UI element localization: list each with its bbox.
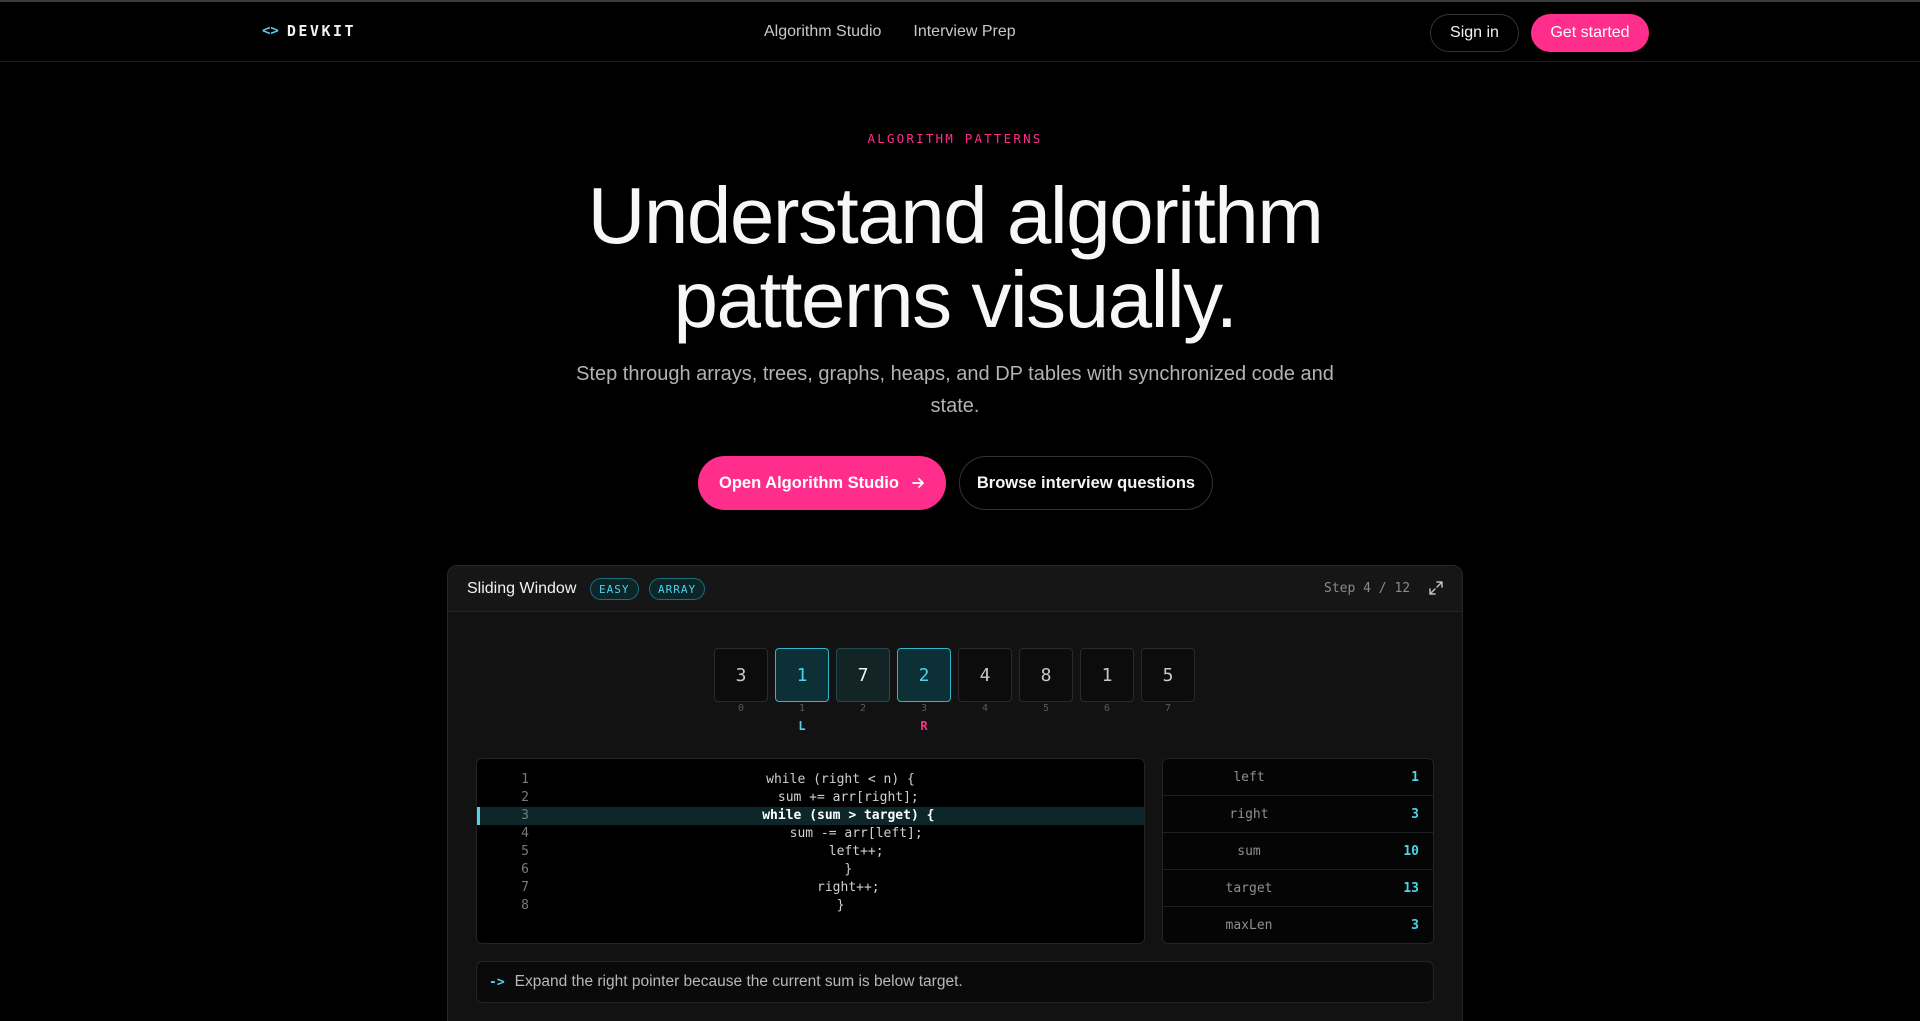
variable-name: maxLen [1225,918,1273,933]
variable-row: sum 10 [1163,833,1433,870]
logo-text: DEVKIT [286,22,357,40]
array-cell[interactable]: 1 [775,648,829,702]
difficulty-badge: EASY [590,578,639,600]
hero-subtitle: Step through arrays, trees, graphs, heap… [576,363,1334,417]
code-line: 6 } [477,861,1144,879]
variable-row: left 1 [1163,759,1433,796]
variable-value: 10 [1403,844,1419,859]
code-panel: 1 while (right < n) { 2 sum += arr[right];… [476,758,1145,944]
code-brackets-icon: <> [262,23,279,39]
nav-link-algorithm-studio[interactable]: Algorithm Studio [764,23,881,41]
variable-name: target [1225,881,1273,896]
sign-in-button[interactable]: Sign in [1430,14,1519,52]
card-title: Sliding Window [467,580,577,597]
top-nav: <> DEVKIT Algorithm Studio Interview Pre… [0,2,1920,62]
variable-value: 1 [1411,770,1419,785]
code-text: sum += arr[right]; [762,790,919,805]
step-explanation: -> Expand the right pointer because the … [476,961,1434,1003]
pointer-label: R [920,719,928,733]
code-line: 3 while (sum > target) { [477,807,1144,825]
hero-headline: Understand algorithm patterns visually. [0,174,1910,342]
array-index: 6 [1103,703,1111,714]
nav-link-interview-prep[interactable]: Interview Prep [913,23,1015,41]
array-cell[interactable]: 4 [958,648,1012,702]
variable-value: 3 [1411,918,1419,933]
array-index: 7 [1164,703,1172,714]
code-line: 7 right++; [477,879,1144,897]
arrow-icon: -> [489,974,505,990]
pointer-label: L [798,719,806,733]
headline-line-2: patterns visually. [673,255,1238,344]
array-cell[interactable]: 7 [836,648,890,702]
step-counter: Step 4 / 12 [1324,581,1411,596]
array-cell[interactable]: 2 [897,648,951,702]
line-number: 2 [521,790,529,805]
variable-name: right [1229,807,1269,822]
headline-line-1: Understand algorithm [587,171,1324,260]
code-text: left++; [797,844,884,859]
arrow-right-icon [912,478,924,488]
array-cell[interactable]: 8 [1019,648,1073,702]
line-number: 1 [521,772,529,787]
array-cell-column: 44 [958,648,1012,733]
code-text: } [836,898,845,913]
variable-name: sum [1237,844,1261,859]
variables-panel: left 1 right 3 sum 10 target 13 maxLen 3 [1162,758,1434,944]
variable-name: left [1233,770,1265,785]
line-number: 4 [521,826,529,841]
code-text: sum -= arr[left]; [758,826,923,841]
line-number: 3 [521,808,529,823]
open-algorithm-studio-label: Open Algorithm Studio [719,473,899,492]
array-visualization: 3011L7223R44851657 [714,648,1195,733]
line-number: 6 [521,862,529,877]
nav-links: Algorithm Studio Interview Prep [764,23,1016,41]
array-index: 1 [798,703,806,714]
array-cell-column: 30 [714,648,768,733]
array-cell-column: 16 [1080,648,1134,733]
variable-row: right 3 [1163,796,1433,833]
topic-badge: ARRAY [649,578,706,600]
open-algorithm-studio-button[interactable]: Open Algorithm Studio [698,456,946,510]
array-cell-column: 72 [836,648,890,733]
array-index: 4 [981,703,989,714]
browse-interview-questions-button[interactable]: Browse interview questions [959,456,1213,510]
logo[interactable]: <> DEVKIT [262,22,356,40]
array-index: 3 [920,703,928,714]
array-index: 5 [1042,703,1050,714]
array-index: 0 [737,703,745,714]
hero-eyebrow: ALGORITHM PATTERNS [867,131,1043,146]
variable-value: 3 [1411,807,1419,822]
code-text: right++; [801,880,880,895]
code-line: 5 left++; [477,843,1144,861]
variable-row: maxLen 3 [1163,907,1433,943]
code-line: 4 sum -= arr[left]; [477,825,1144,843]
expand-icon[interactable] [1427,579,1445,597]
array-cell-column: 57 [1141,648,1195,733]
array-cell[interactable]: 1 [1080,648,1134,702]
line-number: 8 [521,898,529,913]
line-number: 7 [521,880,529,895]
explanation-text: Expand the right pointer because the cur… [514,973,963,990]
code-text: } [828,862,853,877]
array-cell[interactable]: 3 [714,648,768,702]
line-number: 5 [521,844,529,859]
array-index: 2 [859,703,867,714]
array-cell-column: 23 R [897,648,951,733]
array-cell-column: 11 L [775,648,829,733]
array-cell-column: 85 [1019,648,1073,733]
variable-row: target 13 [1163,870,1433,907]
variable-value: 13 [1403,881,1419,896]
array-cell[interactable]: 5 [1141,648,1195,702]
card-header: Sliding Window EASY ARRAY Step 4 / 12 [448,566,1462,612]
code-text: while (right < n) { [766,772,915,787]
get-started-button[interactable]: Get started [1531,14,1649,52]
code-line: 2 sum += arr[right]; [477,789,1144,807]
algorithm-studio-card: Sliding Window EASY ARRAY Step 4 / 12 30… [447,565,1463,1021]
code-line: 1 while (right < n) { [477,771,1144,789]
code-text: while (sum > target) { [746,808,935,823]
code-line: 8} [477,897,1144,915]
